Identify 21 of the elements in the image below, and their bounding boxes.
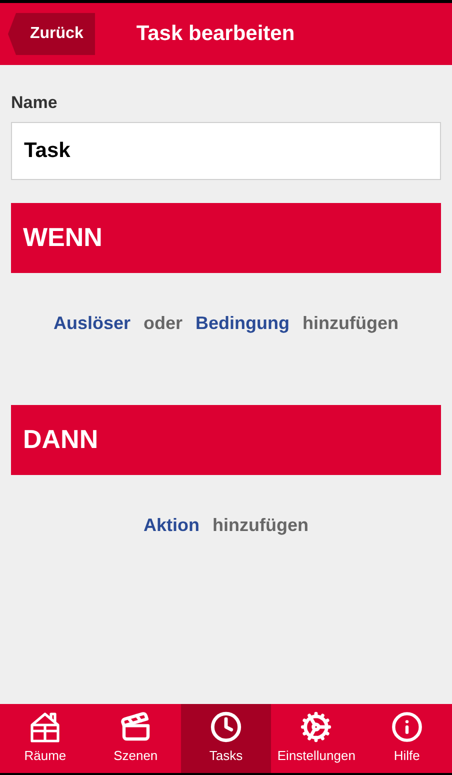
section-header: DANN [11, 404, 441, 474]
house-icon [28, 711, 62, 744]
add-link[interactable]: Bedingung [196, 310, 290, 336]
add-link[interactable]: Aktion [144, 512, 200, 538]
clapperboard-icon [120, 711, 152, 744]
info-icon [390, 711, 423, 744]
name-field[interactable]: Task [11, 122, 441, 180]
page-title: Task bearbeiten [136, 21, 295, 48]
section-header: WENN [11, 202, 441, 272]
clock-icon [210, 711, 242, 744]
tab-bar-item[interactable]: Szenen [90, 704, 181, 773]
back-button[interactable]: Zurück [8, 13, 96, 55]
tab-bar-item[interactable]: Räume [0, 704, 90, 773]
tab-bar-item[interactable]: Einstellungen [271, 704, 362, 773]
settings-icon [300, 711, 332, 744]
name-label: Name [11, 92, 58, 114]
add-hint: Aktion hinzufügen [11, 474, 441, 576]
add-hint: Auslöser oder Bedingung hinzufügen [11, 272, 441, 374]
add-link[interactable]: Auslöser [53, 310, 131, 336]
tab-bar-item[interactable]: Tasks [180, 704, 272, 773]
tab-bar-item[interactable]: Hilfe [362, 704, 452, 773]
